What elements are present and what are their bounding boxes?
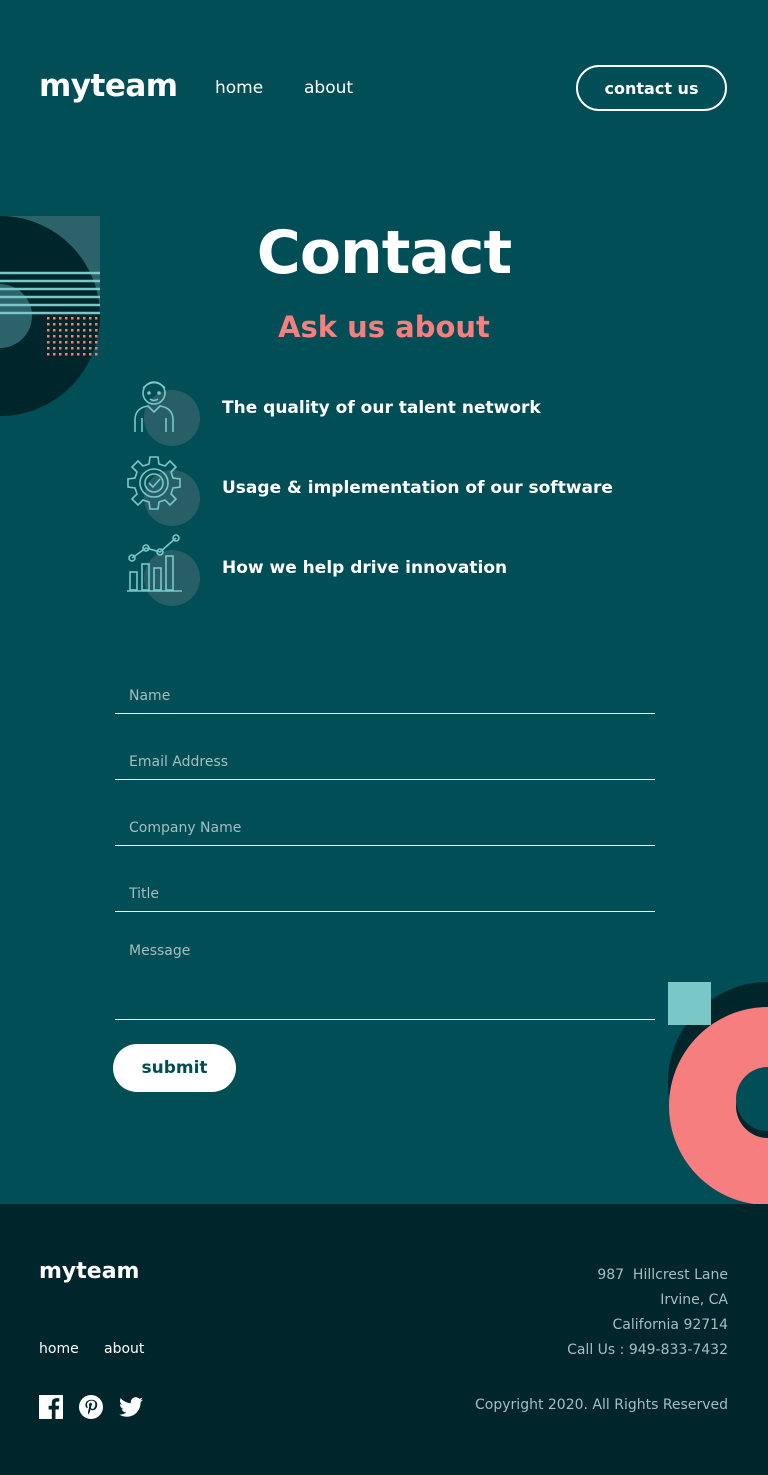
address-line: Irvine, CA [660, 1292, 728, 1308]
ask-item-software: Usage & implementation of our software [126, 454, 646, 526]
company-field-wrapper [115, 796, 655, 846]
message-textarea[interactable] [115, 928, 655, 1019]
facebook-icon[interactable] [39, 1395, 63, 1419]
ask-item-text: The quality of our talent network [222, 398, 541, 418]
company-name-input[interactable] [115, 796, 655, 845]
address-line: California 92714 [612, 1317, 728, 1333]
copyright-text: Copyright 2020. All Rights Reserved [475, 1397, 728, 1413]
phone-number: Call Us : 949-833-7432 [567, 1342, 728, 1358]
page-title: Contact [256, 218, 512, 288]
email-input[interactable] [115, 730, 655, 779]
title-field-wrapper [115, 862, 655, 912]
nav-about-link[interactable]: about [304, 78, 353, 98]
twitter-icon[interactable] [119, 1395, 143, 1419]
right-decoration [668, 982, 768, 1204]
chart-growth-icon [126, 534, 200, 606]
contact-page: myteam home about contact us Contact Ask… [0, 0, 768, 1475]
address-line: 987 Hillcrest Lane [597, 1267, 728, 1283]
title-input[interactable] [115, 862, 655, 911]
pinterest-icon[interactable] [79, 1395, 103, 1419]
footer: myteam home about 987 Hillcrest Lane Irv… [0, 1204, 768, 1475]
person-icon [126, 374, 200, 446]
page-subtitle: Ask us about [278, 310, 490, 344]
footer-about-link[interactable]: about [104, 1341, 144, 1357]
footer-logo[interactable]: myteam [39, 1259, 139, 1284]
name-field-wrapper [115, 664, 655, 714]
ask-item-innovation: How we help drive innovation [126, 534, 646, 606]
nav-home-link[interactable]: home [215, 78, 263, 98]
address-block: 987 Hillcrest Lane Irvine, CA California… [567, 1263, 728, 1363]
ask-item-talent: The quality of our talent network [126, 374, 646, 446]
email-field-wrapper [115, 730, 655, 780]
name-input[interactable] [115, 664, 655, 713]
submit-button[interactable]: submit [113, 1044, 236, 1092]
logo[interactable]: myteam [39, 68, 178, 104]
contact-us-button[interactable]: contact us [576, 65, 727, 111]
ask-item-text: How we help drive innovation [222, 558, 508, 578]
ask-item-text: Usage & implementation of our software [222, 478, 613, 498]
message-field-wrapper [115, 928, 655, 1020]
footer-home-link[interactable]: home [39, 1341, 79, 1357]
gear-check-icon [126, 454, 200, 526]
